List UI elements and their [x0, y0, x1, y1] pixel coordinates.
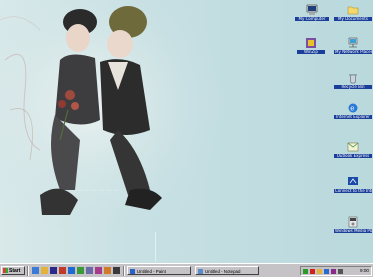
connect-to-internet-icon — [348, 177, 358, 185]
connect-to-internet-desktop-icon[interactable]: Connect to the Internet — [334, 176, 372, 194]
desktop: ~~~~~~ My Computer My Documents WinZip M… — [0, 0, 373, 263]
folder-icon[interactable] — [41, 267, 48, 274]
tray-icon[interactable] — [317, 269, 322, 274]
start-label: Start — [9, 268, 21, 274]
volume-icon[interactable] — [338, 269, 343, 274]
recycle-bin-icon — [349, 74, 357, 84]
internet-explorer-icon: e — [348, 103, 358, 113]
tray-icon[interactable] — [324, 269, 329, 274]
internet-explorer-desktop-icon[interactable]: e Internet Explorer — [334, 102, 372, 120]
taskbar-separator — [123, 266, 125, 276]
media-icon[interactable] — [50, 267, 57, 274]
winzip-desktop-icon[interactable]: WinZip — [297, 37, 325, 55]
icon-label: WinZip — [297, 50, 325, 55]
quick-launch-icon[interactable] — [113, 267, 120, 274]
svg-text:e: e — [350, 105, 354, 113]
show-desktop-icon[interactable] — [32, 267, 39, 274]
winzip-icon — [306, 38, 316, 48]
media-player-icon — [348, 216, 358, 228]
system-tray: 9:00 — [300, 266, 372, 276]
icon-label: Recycle Bin — [334, 85, 372, 90]
tray-icon[interactable] — [310, 269, 315, 274]
quick-launch-icon[interactable] — [95, 267, 102, 274]
tray-icon[interactable] — [331, 269, 336, 274]
outlook-express-desktop-icon[interactable]: Outlook Express — [334, 141, 372, 159]
app-icon[interactable] — [59, 267, 66, 274]
icon-label: Windows Media Player — [334, 229, 372, 234]
network-icon — [348, 37, 358, 48]
my-documents-desktop-icon[interactable]: My Documents — [334, 4, 372, 22]
quick-launch-icon[interactable] — [86, 267, 93, 274]
icon-label: My Network Places — [334, 50, 372, 55]
icon-label: Outlook Express — [334, 154, 372, 159]
taskbar-button[interactable]: Untitled - Paint — [127, 266, 191, 275]
wallpaper-image: ~~~~~~ — [0, 0, 230, 230]
svg-text:~~~~~~: ~~~~~~ — [75, 186, 120, 196]
paint-icon — [130, 269, 135, 274]
icon-label: Internet Explorer — [334, 115, 372, 120]
wallpaper-line — [155, 232, 156, 262]
task-label: Untitled - Paint — [137, 269, 166, 274]
internet-explorer-icon[interactable] — [68, 267, 75, 274]
tray-icon[interactable] — [303, 269, 308, 274]
my-computer-icon — [306, 4, 318, 15]
windows-logo-icon — [3, 268, 8, 274]
my-computer-desktop-icon[interactable]: My Computer — [295, 4, 329, 22]
clock[interactable]: 9:00 — [360, 267, 369, 275]
task-label: Untitled - Notepad — [205, 269, 241, 274]
outlook-express-icon — [347, 142, 359, 152]
start-button[interactable]: Start — [1, 266, 25, 275]
my-documents-icon — [347, 6, 359, 15]
recycle-bin-desktop-icon[interactable]: Recycle Bin — [334, 72, 372, 90]
taskbar: Start Untitled - Paint Untitled - Notepa… — [0, 263, 373, 277]
media-player-desktop-icon[interactable]: Windows Media Player — [334, 216, 372, 234]
icon-label: Connect to the Internet — [334, 189, 372, 194]
taskbar-separator — [27, 266, 29, 276]
network-desktop-icon[interactable]: My Network Places — [334, 37, 372, 55]
taskbar-button[interactable]: Untitled - Notepad — [195, 266, 259, 275]
notepad-icon — [198, 269, 203, 274]
icon-label: My Computer — [295, 17, 329, 22]
icon-label: My Documents — [334, 17, 372, 22]
quick-launch-icon[interactable] — [104, 267, 111, 274]
outlook-icon[interactable] — [77, 267, 84, 274]
